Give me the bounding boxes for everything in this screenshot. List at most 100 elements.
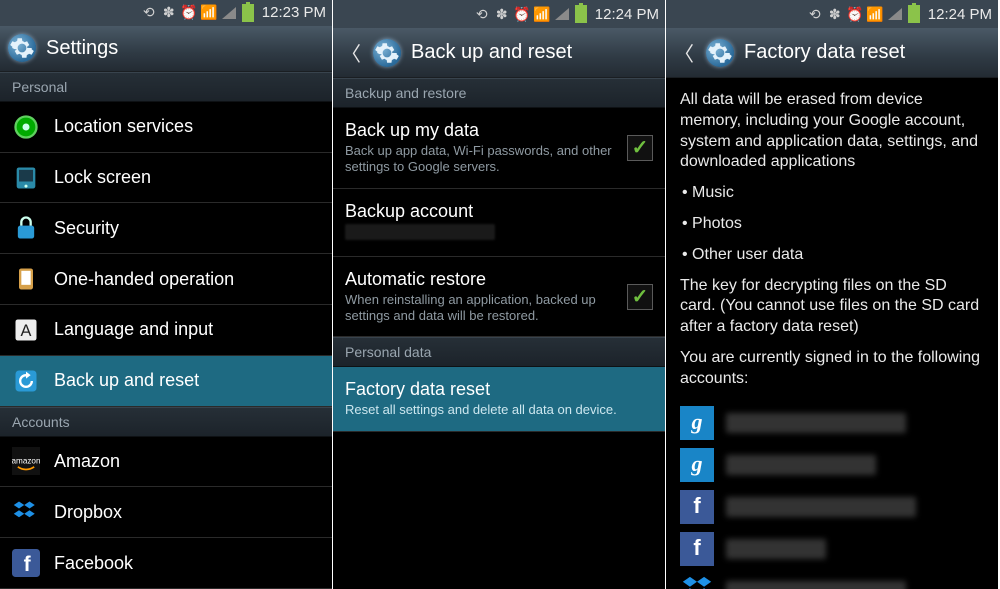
item-automatic-restore[interactable]: Automatic restore When reinstalling an a…	[333, 257, 665, 338]
settings-gear-icon	[8, 34, 36, 62]
status-time: 12:23 PM	[262, 4, 326, 21]
checkbox-backup-my-data[interactable]	[627, 135, 653, 161]
status-bar: ⟲ ✽ ⏰ 📶 12:24 PM	[666, 0, 998, 28]
item-amazon[interactable]: amazon Amazon	[0, 437, 332, 488]
signal-icon	[222, 7, 236, 19]
account-redacted	[726, 581, 906, 589]
section-backup-restore: Backup and restore	[333, 78, 665, 108]
item-lock-screen[interactable]: Lock screen	[0, 153, 332, 204]
bluetooth-icon: ✽	[828, 7, 842, 21]
svg-text:f: f	[24, 553, 32, 576]
settings-screen: ⟲ ✽ ⏰ 📶 12:23 PM Settings Personal Locat…	[0, 0, 333, 589]
google-icon: g	[680, 406, 714, 440]
facebook-icon: f	[680, 490, 714, 524]
back-icon[interactable]: 〈	[341, 38, 363, 67]
battery-icon	[242, 4, 254, 22]
item-label: Dropbox	[54, 502, 320, 523]
location-icon	[12, 113, 40, 141]
facebook-icon: f	[12, 549, 40, 577]
page-title: Factory data reset	[744, 41, 905, 64]
account-dropbox	[680, 574, 984, 589]
account-redacted	[726, 497, 916, 517]
language-icon: A	[12, 316, 40, 344]
account-list: g g f f	[680, 406, 984, 589]
bluetooth-icon: ✽	[495, 7, 509, 21]
item-sub-redacted	[345, 224, 653, 244]
item-label: Location services	[54, 116, 320, 137]
onehanded-icon	[12, 265, 40, 293]
item-sub: When reinstalling an application, backed…	[345, 292, 613, 325]
account-redacted	[726, 539, 826, 559]
dropbox-icon	[12, 498, 40, 526]
signed-in-text: You are currently signed in to the follo…	[680, 348, 984, 390]
account-facebook-2: f	[680, 532, 984, 566]
alarm-icon: ⏰	[848, 7, 862, 21]
item-label: Amazon	[54, 451, 320, 472]
status-bar: ⟲ ✽ ⏰ 📶 12:24 PM	[333, 0, 665, 28]
back-icon[interactable]: 〈	[674, 38, 696, 67]
security-icon	[12, 214, 40, 242]
factory-reset-header: 〈 Factory data reset	[666, 28, 998, 78]
backup-icon	[12, 367, 40, 395]
battery-icon	[908, 5, 920, 23]
sync-icon: ⟲	[475, 7, 489, 21]
item-label: Factory data reset	[345, 379, 653, 400]
backup-header: 〈 Back up and reset	[333, 28, 665, 78]
account-google-1: g	[680, 406, 984, 440]
settings-gear-icon	[373, 39, 401, 67]
account-redacted	[726, 413, 906, 433]
item-backup-my-data[interactable]: Back up my data Back up app data, Wi-Fi …	[333, 108, 665, 189]
item-facebook[interactable]: f Facebook	[0, 538, 332, 589]
svg-text:A: A	[21, 322, 32, 340]
item-factory-reset[interactable]: Factory data reset Reset all settings an…	[333, 367, 665, 431]
checkbox-automatic-restore[interactable]	[627, 284, 653, 310]
sync-icon: ⟲	[142, 6, 156, 20]
lockscreen-icon	[12, 164, 40, 192]
settings-header: Settings	[0, 26, 332, 72]
item-label: One-handed operation	[54, 269, 320, 290]
intro-text: All data will be erased from device memo…	[680, 90, 984, 173]
item-label: Back up and reset	[54, 370, 320, 391]
signal-icon	[555, 8, 569, 20]
dropbox-icon	[680, 574, 714, 589]
factory-reset-screen: ⟲ ✽ ⏰ 📶 12:24 PM 〈 Factory data reset Al…	[666, 0, 999, 589]
item-sub: Reset all settings and delete all data o…	[345, 402, 653, 418]
item-language-input[interactable]: A Language and input	[0, 305, 332, 356]
item-label: Automatic restore	[345, 269, 613, 290]
item-label: Facebook	[54, 553, 320, 574]
bullet-music: • Music	[682, 183, 984, 204]
item-backup-account[interactable]: Backup account	[333, 189, 665, 257]
facebook-icon: f	[680, 532, 714, 566]
section-header-accounts: Accounts	[0, 407, 332, 437]
amazon-icon: amazon	[12, 447, 40, 475]
status-bar: ⟲ ✽ ⏰ 📶 12:23 PM	[0, 0, 332, 26]
sd-note: The key for decrypting files on the SD c…	[680, 276, 984, 338]
bullet-other: • Other user data	[682, 245, 984, 266]
section-header-personal: Personal	[0, 72, 332, 102]
bluetooth-icon: ✽	[162, 6, 176, 20]
item-dropbox[interactable]: Dropbox	[0, 487, 332, 538]
google-icon: g	[680, 448, 714, 482]
sync-icon: ⟲	[808, 7, 822, 21]
account-redacted	[726, 455, 876, 475]
wifi-icon: 📶	[535, 7, 549, 21]
bullet-photos: • Photos	[682, 214, 984, 235]
item-label: Security	[54, 218, 320, 239]
alarm-icon: ⏰	[515, 7, 529, 21]
page-title: Settings	[46, 37, 118, 60]
item-security[interactable]: Security	[0, 203, 332, 254]
wifi-icon: 📶	[202, 6, 216, 20]
page-title: Back up and reset	[411, 41, 572, 64]
item-location-services[interactable]: Location services	[0, 102, 332, 153]
settings-gear-icon	[706, 39, 734, 67]
factory-reset-body: All data will be erased from device memo…	[666, 78, 998, 589]
item-backup-reset[interactable]: Back up and reset	[0, 356, 332, 407]
item-label: Language and input	[54, 319, 320, 340]
status-time: 12:24 PM	[595, 6, 659, 23]
signal-icon	[888, 8, 902, 20]
item-label: Backup account	[345, 201, 653, 222]
item-sub: Back up app data, Wi-Fi passwords, and o…	[345, 143, 613, 176]
item-one-handed[interactable]: One-handed operation	[0, 254, 332, 305]
section-personal-data: Personal data	[333, 337, 665, 367]
wifi-icon: 📶	[868, 7, 882, 21]
